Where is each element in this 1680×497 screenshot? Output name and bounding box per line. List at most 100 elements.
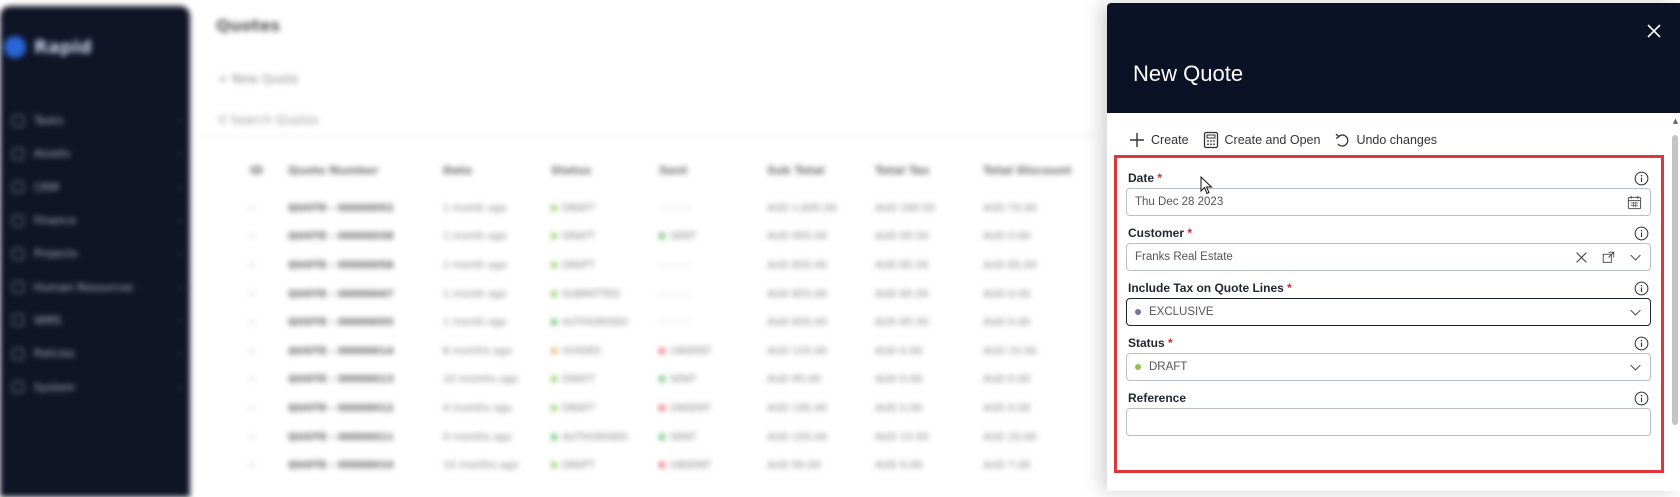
column-header[interactable]: ID [250, 164, 288, 177]
sent-text: - - - - - [659, 317, 690, 329]
close-button[interactable] [1642, 19, 1666, 43]
quote-status: DRAFT [551, 460, 659, 471]
column-header[interactable]: Sent [659, 164, 767, 177]
sent-text: SENT [670, 231, 697, 243]
status-select[interactable]: DRAFT [1126, 353, 1651, 381]
info-icon[interactable] [1634, 171, 1649, 186]
chevron-right-icon: › [177, 347, 182, 361]
table-row[interactable]: › QUOTE - 00000047 1 month ago SUBMITTED - -… [250, 280, 1091, 309]
table-row[interactable]: › QUOTE - 00000058 1 month ago DRAFT - - - -… [250, 251, 1091, 280]
row-expand-icon[interactable]: › [250, 374, 288, 385]
create-and-open-button[interactable]: Create and Open [1203, 131, 1320, 149]
column-header[interactable]: Total Tax [875, 164, 983, 177]
scroll-up-icon[interactable]: ▲ [1671, 117, 1680, 125]
sent-dot [659, 233, 665, 240]
column-header[interactable]: Total Discount [983, 164, 1091, 177]
open-record-icon[interactable] [1602, 251, 1615, 264]
quote-subtotal: AUD 1,845.00 [767, 202, 837, 214]
search-quotes-input[interactable]: ⚲ Search Quotes [218, 113, 318, 127]
undo-changes-button[interactable]: Undo changes [1334, 132, 1437, 148]
sent-text: SENT [670, 374, 697, 386]
row-expand-icon[interactable]: › [250, 403, 288, 414]
sidebar-item[interactable]: Human Resources › [12, 270, 182, 303]
quote-subtotal: AUD 955.00 [767, 231, 828, 243]
sidebar-item[interactable]: Tasks › [12, 104, 182, 137]
row-expand-icon[interactable]: › [250, 317, 288, 328]
sent-text: - - - - - [659, 259, 690, 271]
reference-input[interactable] [1126, 408, 1651, 436]
sidebar-item[interactable]: WMS › [12, 304, 182, 337]
customer-value: Franks Real Estate [1135, 251, 1233, 263]
row-expand-icon[interactable]: › [250, 460, 288, 471]
status-label: Status * [1128, 336, 1173, 350]
required-mark: * [1287, 281, 1292, 295]
status-text: DRAFT [562, 259, 595, 271]
quote-date: 9 months ago [443, 431, 512, 443]
table-row[interactable]: › QUOTE - 00000010 10 months ago DRAFT UNSEN… [250, 451, 1091, 480]
sidebar-item[interactable]: System › [12, 370, 182, 403]
row-expand-icon[interactable]: › [250, 203, 288, 214]
status-dot [551, 319, 557, 326]
column-header[interactable]: Quote Number [288, 164, 443, 177]
row-expand-icon[interactable]: › [250, 289, 288, 300]
status-text: DRAFT [562, 202, 595, 214]
table-row[interactable]: › QUOTE - 00000055 1 month ago AUTHORISED - … [250, 308, 1091, 337]
panel-scrollbar[interactable]: ▲ [1671, 115, 1680, 491]
calendar-icon[interactable] [1627, 195, 1642, 210]
table-row[interactable]: › QUOTE - 00000038 1 month ago DRAFT SENT AUD… [250, 223, 1091, 252]
info-icon[interactable] [1634, 391, 1649, 406]
quote-date: 1 month ago [443, 317, 507, 329]
info-icon[interactable] [1634, 336, 1649, 351]
table-row[interactable]: › QUOTE - 00000012 9 months ago DRAFT UNSENT… [250, 394, 1091, 423]
quote-date: 9 months ago [443, 402, 512, 414]
status-label-text: Status [1128, 336, 1165, 350]
create-button[interactable]: Create [1129, 132, 1189, 148]
column-header[interactable]: Date [443, 164, 551, 177]
table-row[interactable]: › QUOTE - 00000013 10 months ago DRAFT SENT A… [250, 366, 1091, 395]
reference-label-text: Reference [1128, 391, 1187, 405]
chevron-down-icon[interactable] [1629, 361, 1642, 374]
quote-discount: AUD 7.00 [983, 460, 1031, 472]
scroll-thumb[interactable] [1672, 135, 1678, 425]
panel-header: New Quote [1107, 3, 1680, 113]
new-quote-button[interactable]: + New Quote [218, 72, 298, 86]
column-header[interactable]: Status [551, 164, 659, 177]
sidebar-item[interactable]: Policies › [12, 337, 182, 370]
sidebar-item[interactable]: Assets › [12, 137, 182, 170]
tax-status-dot [1135, 309, 1141, 315]
clear-icon[interactable] [1575, 251, 1588, 264]
info-icon[interactable] [1634, 281, 1649, 296]
plus-icon [1130, 133, 1144, 147]
undo-icon [1335, 133, 1349, 147]
table-row[interactable]: › QUOTE - 00000014 8 months ago VOIDED UNSEN… [250, 337, 1091, 366]
row-expand-icon[interactable]: › [250, 260, 288, 271]
status-dot [551, 261, 557, 268]
row-expand-icon[interactable]: › [250, 346, 288, 357]
sidebar-item[interactable]: Finance › [12, 204, 182, 237]
table-row[interactable]: › QUOTE - 00000011 9 months ago AUTHORISED S… [250, 423, 1091, 452]
column-header[interactable]: Sub Total [767, 164, 875, 177]
row-expand-icon[interactable]: › [250, 231, 288, 242]
app-name: Rapid [34, 36, 92, 58]
table-row[interactable]: › QUOTE - 00000052 1 month ago DRAFT - - - -… [250, 194, 1091, 223]
quote-sent: SENT [659, 374, 767, 385]
quote-status: AUTHORISED [551, 317, 659, 328]
info-icon[interactable] [1634, 226, 1649, 241]
sidebar-item[interactable]: CRM › [12, 171, 182, 204]
sidebar-item[interactable]: Projects › [12, 237, 182, 270]
quote-status: DRAFT [551, 203, 659, 214]
row-expand-icon[interactable]: › [250, 432, 288, 443]
sent-text: UNSENT [670, 402, 712, 414]
undo-changes-label: Undo changes [1356, 133, 1438, 147]
customer-field[interactable]: Franks Real Estate [1126, 243, 1651, 271]
tax-select[interactable]: EXCLUSIVE [1126, 298, 1651, 326]
sent-dot [659, 347, 665, 354]
status-dot [551, 290, 557, 297]
table-header: ID Quote Number Date Status Sent Sub Total Tot… [250, 164, 1091, 177]
nav-icon [12, 381, 24, 394]
chevron-right-icon: › [177, 380, 182, 394]
quote-date: 1 month ago [443, 202, 507, 214]
sent-dot [659, 376, 665, 383]
chevron-down-icon[interactable] [1629, 306, 1642, 319]
chevron-down-icon[interactable] [1629, 251, 1642, 264]
